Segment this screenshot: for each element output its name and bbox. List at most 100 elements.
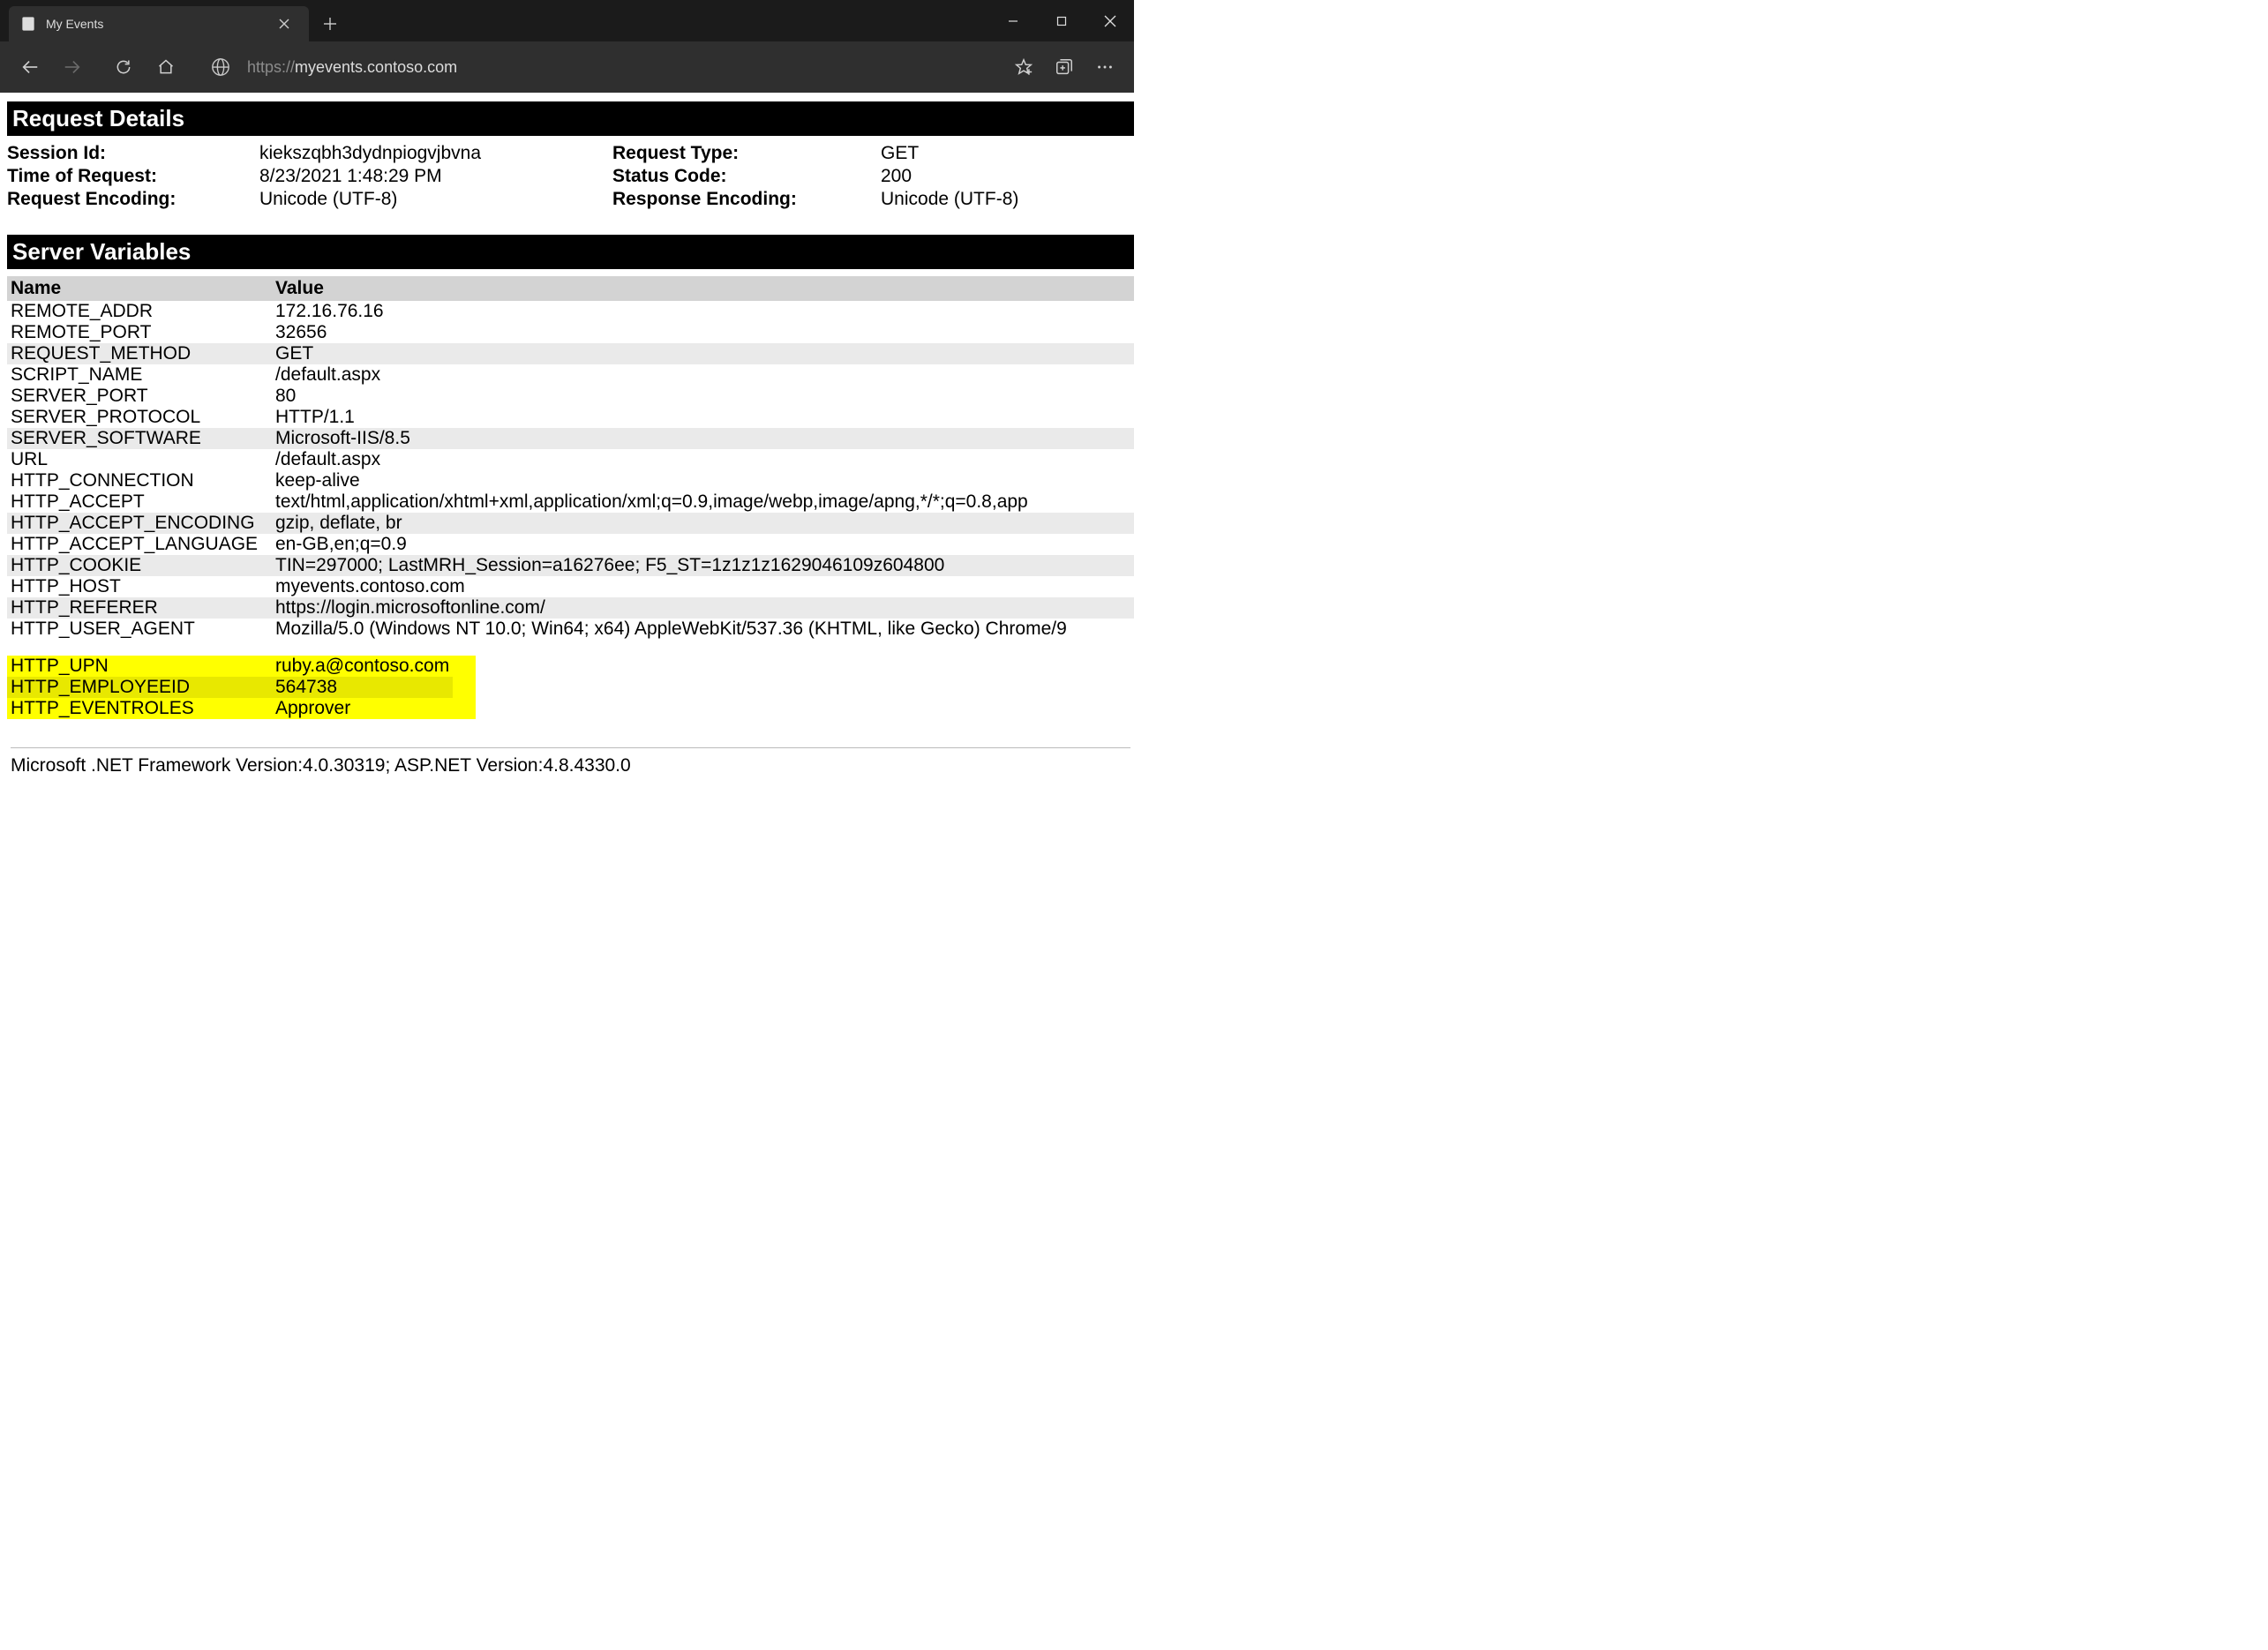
value-status: 200 [881,166,1130,187]
forward-button[interactable] [51,46,94,88]
tab-title: My Events [46,17,272,31]
var-value: myevents.contoso.com [272,576,1134,597]
table-row: HTTP_USER_AGENTMozilla/5.0 (Windows NT 1… [7,619,1134,640]
var-name: HTTP_ACCEPT_ENCODING [7,513,272,534]
highlighted-variables: HTTP_UPNruby.a@contoso.comHTTP_EMPLOYEEI… [7,656,476,719]
table-row: HTTP_REFERERhttps://login.microsoftonlin… [7,597,1134,619]
new-tab-button[interactable] [312,6,348,41]
table-row: SERVER_PROTOCOLHTTP/1.1 [7,407,1134,428]
url-host: myevents.contoso.com [295,58,457,77]
var-value: https://login.microsoftonline.com/ [272,597,1134,619]
divider [11,747,1130,748]
var-value: Approver [272,698,453,719]
var-value: 172.16.76.16 [272,301,1134,322]
var-name: HTTP_ACCEPT_LANGUAGE [7,534,272,555]
var-value: 564738 [272,677,453,698]
window-close-button[interactable] [1085,0,1134,41]
var-name: REMOTE_PORT [7,322,272,343]
var-value: 32656 [272,322,1134,343]
var-name: HTTP_COOKIE [7,555,272,576]
refresh-button[interactable] [102,46,145,88]
var-value: en-GB,en;q=0.9 [272,534,1134,555]
server-variables-rows: REMOTE_ADDR172.16.76.16REMOTE_PORT32656R… [7,301,1134,640]
var-value: GET [272,343,1134,364]
page-viewport: Request Details Session Id: kiekszqbh3dy… [0,93,1134,825]
var-name: REQUEST_METHOD [7,343,272,364]
server-variables-header: Server Variables [7,235,1134,269]
var-name: HTTP_USER_AGENT [7,619,272,640]
window-maximize-button[interactable] [1037,0,1085,41]
var-name: HTTP_REFERER [7,597,272,619]
var-name: SERVER_PORT [7,386,272,407]
table-row: REMOTE_ADDR172.16.76.16 [7,301,1134,322]
back-button[interactable] [9,46,51,88]
titlebar: My Events [0,0,1134,41]
var-name: REMOTE_ADDR [7,301,272,322]
var-value: Mozilla/5.0 (Windows NT 10.0; Win64; x64… [272,619,1134,640]
var-name: HTTP_UPN [7,656,272,677]
home-button[interactable] [145,46,187,88]
var-value: Microsoft-IIS/8.5 [272,428,1134,449]
window-controls [988,0,1134,41]
table-row: HTTP_HOSTmyevents.contoso.com [7,576,1134,597]
value-req-encoding: Unicode (UTF-8) [259,189,612,210]
var-name: URL [7,449,272,470]
label-req-encoding: Request Encoding: [7,189,259,210]
var-value: gzip, deflate, br [272,513,1134,534]
url-scheme: https:// [247,58,295,77]
var-name: SERVER_PROTOCOL [7,407,272,428]
site-info-icon[interactable] [208,55,233,79]
var-name: SCRIPT_NAME [7,364,272,386]
var-value: text/html,application/xhtml+xml,applicat… [272,491,1134,513]
tab-close-button[interactable] [272,11,297,36]
table-row: REMOTE_PORT32656 [7,322,1134,343]
var-value: /default.aspx [272,449,1134,470]
var-name: HTTP_EMPLOYEEID [7,677,272,698]
var-name: HTTP_HOST [7,576,272,597]
table-row: HTTP_EVENTROLESApprover [7,698,453,719]
var-name: HTTP_EVENTROLES [7,698,272,719]
label-request-type: Request Type: [612,143,881,164]
table-row: HTTP_COOKIETIN=297000; LastMRH_Session=a… [7,555,1134,576]
table-row: REQUEST_METHODGET [7,343,1134,364]
table-row: HTTP_ACCEPTtext/html,application/xhtml+x… [7,491,1134,513]
var-value: keep-alive [272,470,1134,491]
collections-button[interactable] [1044,47,1085,87]
var-name: HTTP_ACCEPT [7,491,272,513]
label-session-id: Session Id: [7,143,259,164]
favorites-button[interactable] [1003,47,1044,87]
table-row: HTTP_ACCEPT_ENCODINGgzip, deflate, br [7,513,1134,534]
value-session-id: kiekszqbh3dydnpiogvjbvna [259,143,612,164]
table-row: HTTP_UPNruby.a@contoso.com [7,656,453,677]
request-details-header: Request Details [7,101,1134,136]
label-time: Time of Request: [7,166,259,187]
var-value: HTTP/1.1 [272,407,1134,428]
table-row: SERVER_SOFTWAREMicrosoft-IIS/8.5 [7,428,1134,449]
footer-version: Microsoft .NET Framework Version:4.0.303… [7,755,1134,794]
var-value: /default.aspx [272,364,1134,386]
var-value: 80 [272,386,1134,407]
label-status: Status Code: [612,166,881,187]
table-row: URL/default.aspx [7,449,1134,470]
settings-menu-button[interactable] [1085,47,1125,87]
request-details-grid: Session Id: kiekszqbh3dydnpiogvjbvna Req… [7,143,1134,235]
value-request-type: GET [881,143,1130,164]
label-resp-encoding: Response Encoding: [612,189,881,210]
table-row: HTTP_CONNECTIONkeep-alive [7,470,1134,491]
address-bar[interactable]: https://myevents.contoso.com [208,49,996,85]
value-resp-encoding: Unicode (UTF-8) [881,189,1130,210]
table-row: SERVER_PORT80 [7,386,1134,407]
var-name: SERVER_SOFTWARE [7,428,272,449]
var-value: TIN=297000; LastMRH_Session=a16276ee; F5… [272,555,1134,576]
value-time: 8/23/2021 1:48:29 PM [259,166,612,187]
table-row: HTTP_EMPLOYEEID564738 [7,677,453,698]
toolbar: https://myevents.contoso.com [0,41,1134,93]
browser-tab[interactable]: My Events [9,6,309,41]
server-variables-column-header: Name Value [7,276,1134,301]
col-name: Name [7,276,272,301]
var-name: HTTP_CONNECTION [7,470,272,491]
table-row: SCRIPT_NAME/default.aspx [7,364,1134,386]
window-minimize-button[interactable] [988,0,1037,41]
col-value: Value [272,276,1134,301]
var-value: ruby.a@contoso.com [272,656,453,677]
